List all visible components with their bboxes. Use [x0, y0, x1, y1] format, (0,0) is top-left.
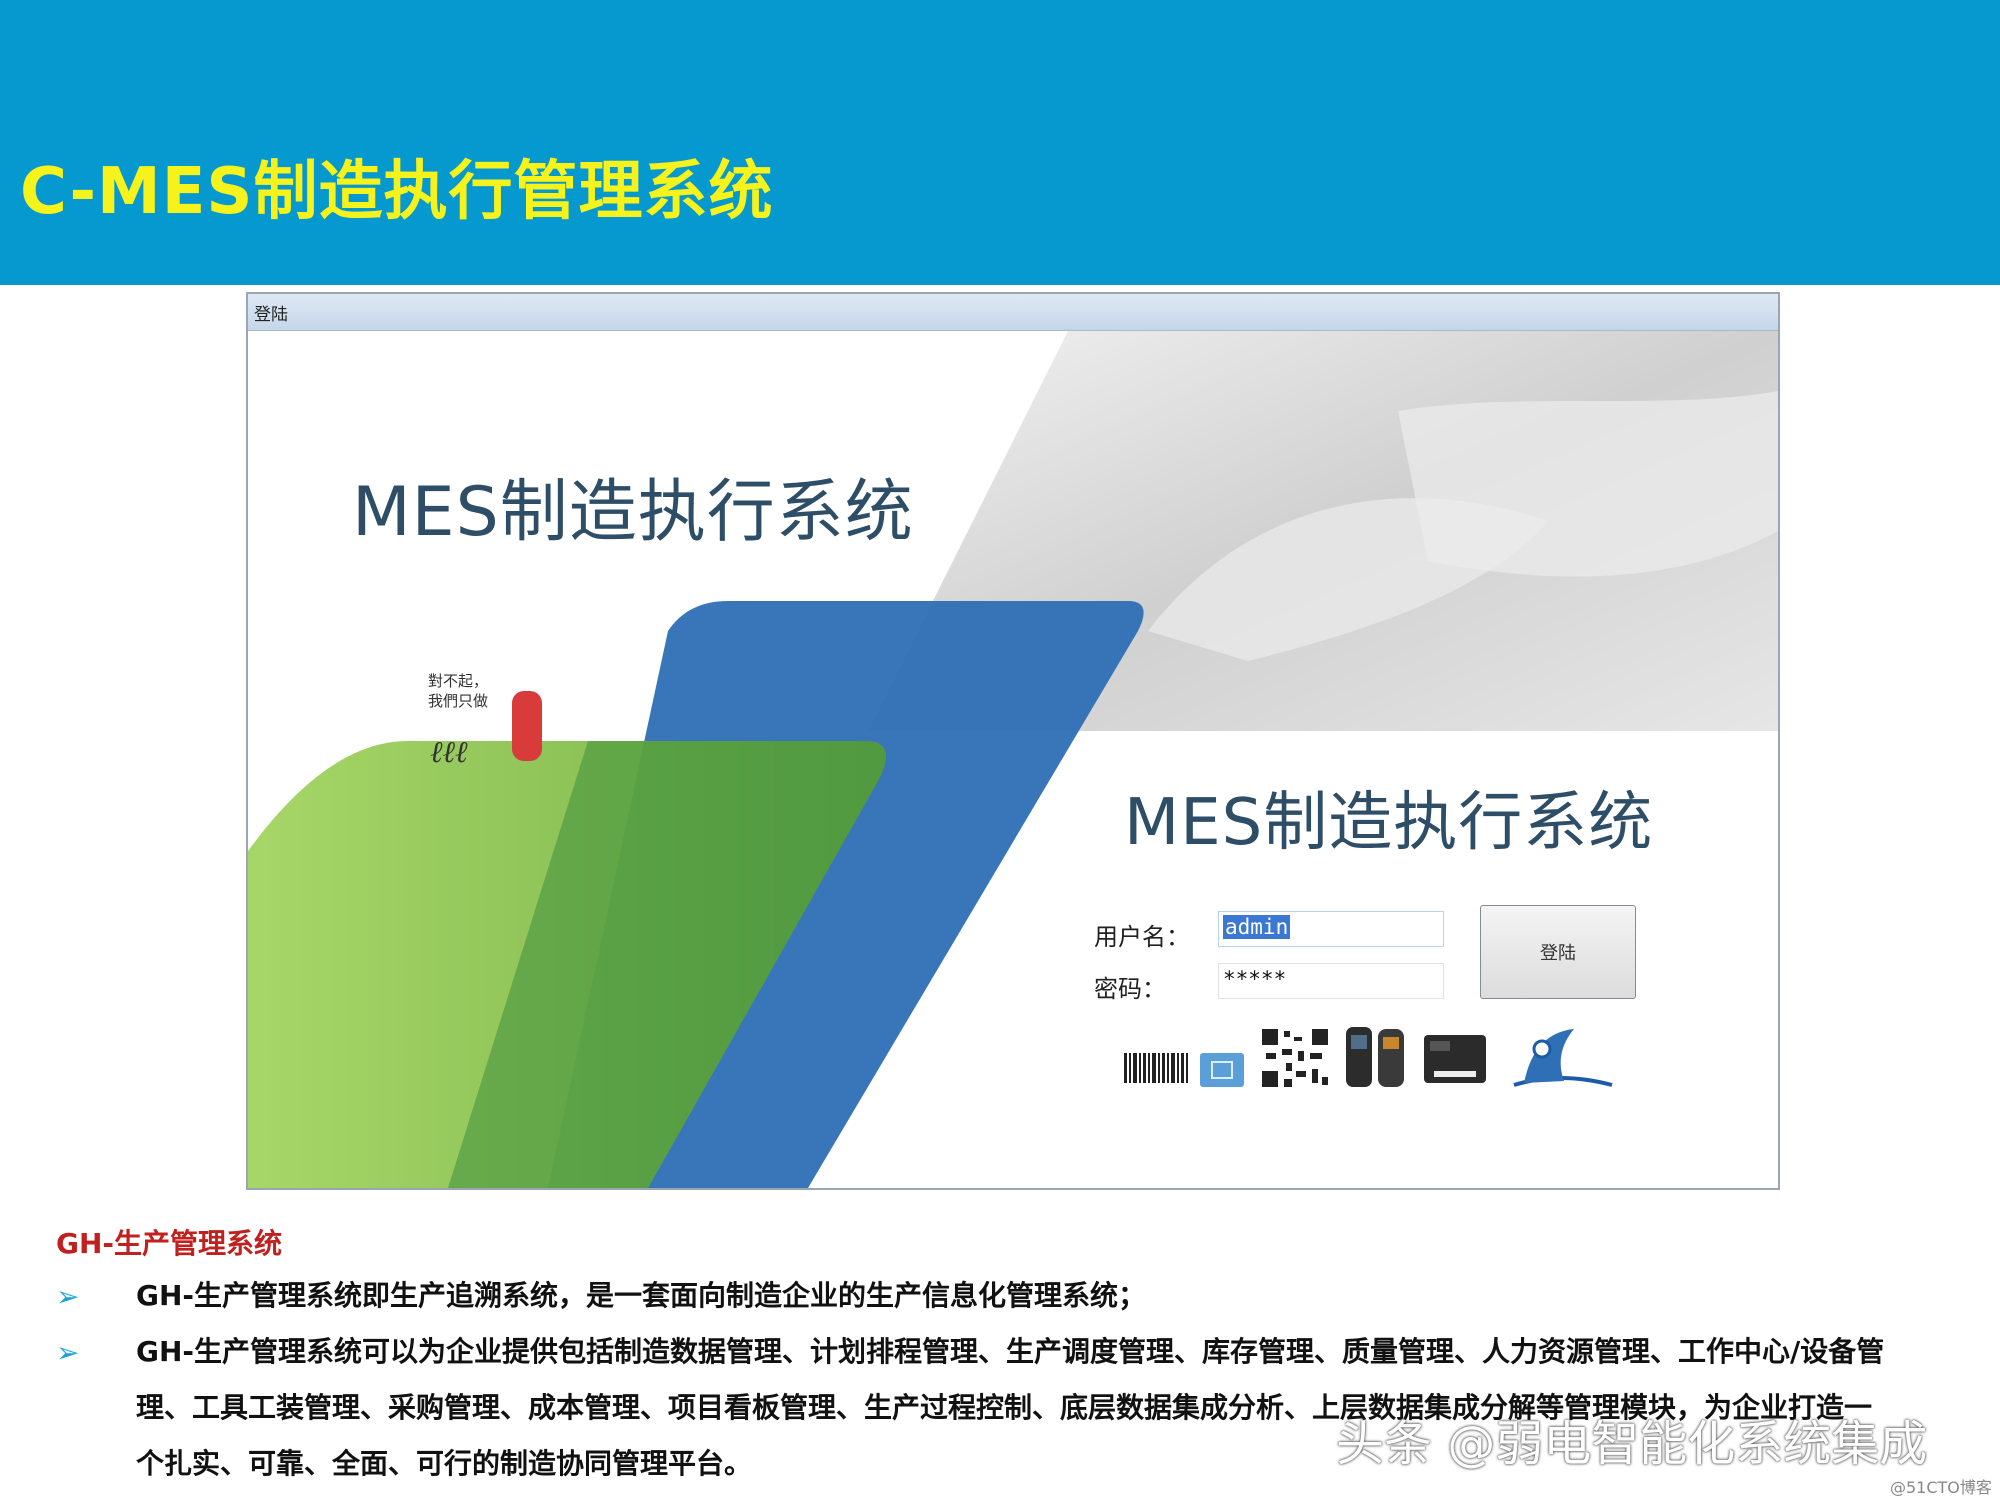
- watermark: 头条 @弱电智能化系统集成: [1336, 1416, 1928, 1472]
- window-titlebar[interactable]: 登陆: [248, 294, 1778, 331]
- login-client-area: MES制造执行系统 對不起， 我們只做 ℓℓℓ MES制造执行系统 用户名： a…: [248, 331, 1778, 1188]
- password-value: *****: [1223, 967, 1287, 991]
- rfid-tag-icon: [1200, 1053, 1244, 1087]
- slide-title: C-MES制造执行管理系统: [20, 155, 774, 229]
- corner-mark: @51CTO博客: [1890, 1478, 1992, 1497]
- username-label: 用户名：: [1094, 923, 1190, 951]
- logo-seal-icon: [512, 691, 542, 761]
- logo-emblem-icon: [1513, 1029, 1613, 1087]
- password-label: 密码：: [1094, 975, 1166, 1003]
- section-heading: GH-生产管理系统: [56, 1227, 283, 1260]
- login-window: 登陆 MES制造执行系统 對不起， 我們只做 ℓℓℓ MES制造执行系统 用户名…: [246, 292, 1780, 1190]
- login-button[interactable]: 登陆: [1480, 905, 1636, 999]
- brand-title: MES制造执行系统: [352, 473, 914, 552]
- login-title: MES制造执行系统: [1124, 786, 1654, 860]
- username-value: admin: [1223, 915, 1291, 939]
- username-input[interactable]: admin: [1218, 911, 1444, 947]
- bullet-arrow-icon: ➢: [56, 1336, 80, 1369]
- handheld-scanner-icon: [1346, 1027, 1404, 1087]
- qr-code-icon: [1260, 1027, 1330, 1089]
- label-printer-icon: [1424, 1035, 1486, 1083]
- company-logo: 對不起， 我們只做 ℓℓℓ: [428, 671, 558, 781]
- device-icons: [1114, 1023, 1634, 1103]
- logo-signature: ℓℓℓ: [430, 735, 468, 770]
- header-banner: C-MES制造执行管理系统: [0, 0, 2000, 285]
- logo-slogan-line1: 對不起，: [428, 672, 489, 690]
- barcode-icon: [1124, 1053, 1188, 1083]
- logo-slogan-line2: 我們只做: [428, 692, 489, 710]
- logo-slogan: 對不起， 我們只做: [428, 671, 506, 711]
- window-title: 登陆: [254, 305, 288, 325]
- bullet-text-1: GH-生产管理系统即生产追溯系统，是一套面向制造企业的生产信息化管理系统；: [136, 1279, 1147, 1312]
- password-input[interactable]: *****: [1218, 963, 1444, 999]
- bullet-arrow-icon: ➢: [56, 1280, 80, 1313]
